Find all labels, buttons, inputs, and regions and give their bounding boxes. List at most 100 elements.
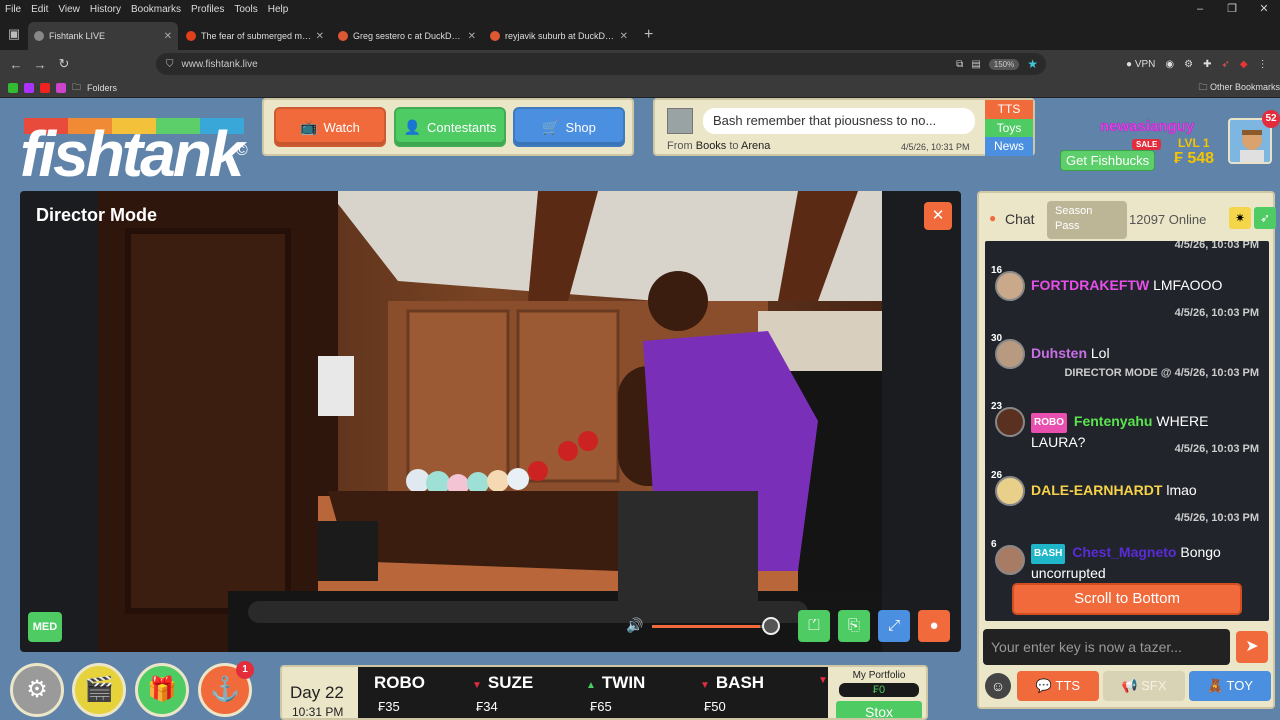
address-bar[interactable]: ⛉ www.fishtank.live ⧉ ▤ 150% ★ <box>156 53 1046 75</box>
stock-suze[interactable]: ▼ SUZE ₣34 <box>472 673 572 714</box>
puzzle-icon[interactable]: ✚ <box>1203 59 1211 70</box>
message-author[interactable]: FORTDRAKEFTW <box>1031 277 1149 293</box>
new-tab-icon[interactable]: + <box>636 22 661 50</box>
avatar[interactable] <box>995 339 1025 369</box>
gift-icon[interactable]: 🎁 <box>135 663 189 717</box>
bookmark-star-icon[interactable]: ★ <box>1027 57 1038 71</box>
menu-tools[interactable]: Tools <box>229 4 262 15</box>
stock-robo[interactable]: ROBO ₣35 <box>374 673 474 714</box>
shield-icon[interactable]: ⛉ <box>166 59 174 70</box>
message-author[interactable]: Duhsten <box>1031 345 1087 361</box>
zoom-level[interactable]: 150% <box>988 58 1020 70</box>
bookmark-icon[interactable] <box>8 82 18 93</box>
avatar[interactable] <box>995 545 1025 575</box>
minimize-button[interactable]: – <box>1184 0 1216 18</box>
tab-close-icon[interactable]: ✕ <box>164 31 172 42</box>
tab-list-icon[interactable]: ▣ <box>0 18 28 50</box>
emote-icon[interactable]: ✷ <box>1229 207 1251 229</box>
ticker-strip[interactable]: ROBO ₣35 ▼ SUZE ₣34 ▲ TWIN ₣65 ▼ BASH ₣50 ▼ <box>358 667 828 718</box>
cast-icon[interactable]: ⎘ <box>838 610 870 642</box>
bookmark-icon[interactable] <box>24 82 34 93</box>
bookmark-youtube-icon[interactable] <box>40 82 50 93</box>
clapperboard-icon[interactable]: 🎬 <box>72 663 126 717</box>
bookmarks-folder[interactable]: Folders <box>87 83 117 93</box>
settings-gear-icon[interactable]: ⚙ <box>10 663 64 717</box>
fishtank-logo[interactable]: fishtank © <box>18 112 258 186</box>
tab-close-icon[interactable]: ✕ <box>468 31 476 42</box>
tab-fishtank[interactable]: Fishtank LIVE ✕ <box>28 22 178 50</box>
get-fishbucks-button[interactable]: Get Fishbucks <box>1060 150 1156 171</box>
chat-feed[interactable]: 4/5/26, 10:03 PM 16 FORTDRAKEFTW LMFAOOO… <box>985 241 1269 621</box>
user-level: LVL 1 <box>1178 136 1210 150</box>
message-author[interactable]: Fentenyahu <box>1074 413 1153 429</box>
tab-reykjavik[interactable]: reyjavik suburb at DuckDuckGo ✕ <box>484 22 634 50</box>
menu-edit[interactable]: Edit <box>26 4 53 15</box>
screenshot-icon[interactable]: ⧉ <box>956 59 963 70</box>
wallet-icon[interactable]: ◉ <box>1165 59 1174 70</box>
menu-view[interactable]: View <box>53 4 85 15</box>
clip-icon[interactable]: ⏍ <box>798 610 830 642</box>
record-icon[interactable]: ● <box>918 610 950 642</box>
back-icon[interactable]: ← <box>4 57 28 72</box>
watch-button[interactable]: 📺 Watch <box>274 107 386 147</box>
menu-profiles[interactable]: Profiles <box>186 4 229 15</box>
forward-icon[interactable]: → <box>28 57 52 72</box>
tab-news[interactable]: News <box>985 137 1033 157</box>
chat-title[interactable]: Chat <box>1005 211 1035 227</box>
volume-slider[interactable] <box>652 625 772 628</box>
chat-input[interactable]: Your enter key is now a tazer... <box>983 629 1230 665</box>
notification-badge[interactable]: 52 <box>1262 110 1280 128</box>
scroll-to-bottom-button[interactable]: Scroll to Bottom <box>1012 583 1242 615</box>
avatar[interactable] <box>995 271 1025 301</box>
close-window-button[interactable]: ✕ <box>1248 0 1280 18</box>
tab-close-icon[interactable]: ✕ <box>316 31 324 42</box>
reader-icon[interactable]: ▤ <box>971 59 980 70</box>
stock-bash[interactable]: ▼ BASH ₣50 <box>700 673 800 714</box>
bookmark-icon[interactable] <box>56 82 66 93</box>
stox-button[interactable]: Stox <box>836 701 922 718</box>
avatar[interactable] <box>995 476 1025 506</box>
toy-button[interactable]: 🧸 TOY <box>1189 671 1271 701</box>
video-player[interactable]: Director Mode ✕ MED 🔊 ⏍ ⎘ ⤢ ● <box>20 191 961 652</box>
maximize-button[interactable]: ❐ <box>1216 0 1248 18</box>
user-panel: newasianguy SALE LVL 1 Get Fishbucks ₣ 5… <box>1058 110 1280 172</box>
more-menu-icon[interactable]: ⋮ <box>1258 59 1268 70</box>
sfx-button[interactable]: 📢 SFX <box>1103 671 1185 701</box>
stock-twin[interactable]: ▲ TWIN ₣65 <box>586 673 686 714</box>
fish-icon[interactable]: ➶ <box>1254 207 1276 229</box>
menu-bookmarks[interactable]: Bookmarks <box>126 4 186 15</box>
fullscreen-icon[interactable]: ⤢ <box>878 610 910 642</box>
message-body: BASH Chest_Magneto Bongo uncorrupted <box>1031 543 1261 582</box>
send-icon[interactable]: ➤ <box>1236 631 1268 663</box>
avatar[interactable] <box>995 407 1025 437</box>
username[interactable]: newasianguy <box>1100 118 1195 135</box>
message-author[interactable]: Chest_Magneto <box>1072 544 1176 560</box>
menu-history[interactable]: History <box>85 4 126 15</box>
tab-tts[interactable]: TTS <box>985 100 1033 119</box>
extension-icon[interactable]: ⚙ <box>1184 59 1193 70</box>
vpn-button[interactable]: ● VPN <box>1126 59 1155 70</box>
clock-time: 10:31 PM <box>292 705 344 719</box>
url-text: www.fishtank.live <box>181 58 258 70</box>
volume-icon[interactable]: 🔊 <box>626 617 643 634</box>
send-icon[interactable]: ➶ <box>1221 59 1229 70</box>
menu-help[interactable]: Help <box>263 4 294 15</box>
quality-button[interactable]: MED <box>28 612 62 642</box>
reload-icon[interactable]: ↻ <box>52 56 76 72</box>
emoji-icon[interactable]: ☺ <box>985 673 1011 699</box>
message-author[interactable]: DALE-EARNHARDT <box>1031 482 1162 498</box>
contestants-button[interactable]: 👤 Contestants <box>394 107 506 147</box>
tab-close-icon[interactable]: ✕ <box>620 31 628 42</box>
extension-red-icon[interactable]: ◆ <box>1240 59 1248 70</box>
tts-button[interactable]: 💬 TTS <box>1017 671 1099 701</box>
season-pass-button[interactable]: Season Pass <box>1047 201 1127 239</box>
other-bookmarks[interactable]: 🗀 Other Bookmarks <box>1198 80 1280 96</box>
message-time: 4/5/26, 10:03 PM <box>1174 307 1259 319</box>
tab-toys[interactable]: Toys <box>985 118 1033 138</box>
tab-submerged[interactable]: The fear of submerged machin... ✕ <box>180 22 330 50</box>
tab-greg-sestero[interactable]: Greg sestero c at DuckDuckGo ✕ <box>332 22 482 50</box>
shop-button[interactable]: 🛒 Shop <box>513 107 625 147</box>
menu-file[interactable]: File <box>0 4 26 15</box>
volume-handle[interactable] <box>762 617 780 635</box>
close-icon[interactable]: ✕ <box>924 202 952 230</box>
